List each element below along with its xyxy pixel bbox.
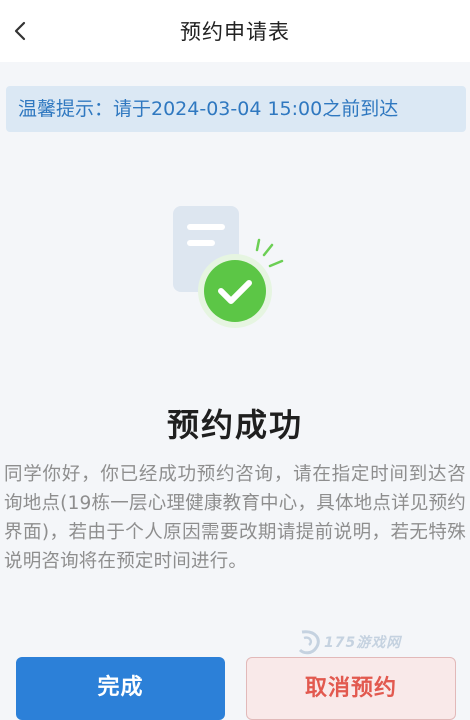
top-bar: 预约申请表 (0, 0, 470, 62)
watermark-text: 175游戏网 (324, 635, 402, 651)
watermark-logo: 175游戏网 (296, 628, 426, 658)
watermark-icon (298, 630, 320, 655)
success-title: 预约成功 (166, 406, 303, 444)
cancel-appointment-button[interactable]: 取消预约 (246, 657, 456, 720)
success-message: 同学你好，你已经成功预约咨询，请在指定时间到达咨询地点(19栋一层心理健康教育中… (4, 464, 466, 572)
notice-banner: 温馨提示：请于2024-03-04 15:00之前到达 (6, 86, 466, 132)
done-button[interactable]: 完成 (16, 657, 225, 720)
page-title: 预约申请表 (180, 20, 290, 44)
document-check-icon (173, 206, 284, 328)
